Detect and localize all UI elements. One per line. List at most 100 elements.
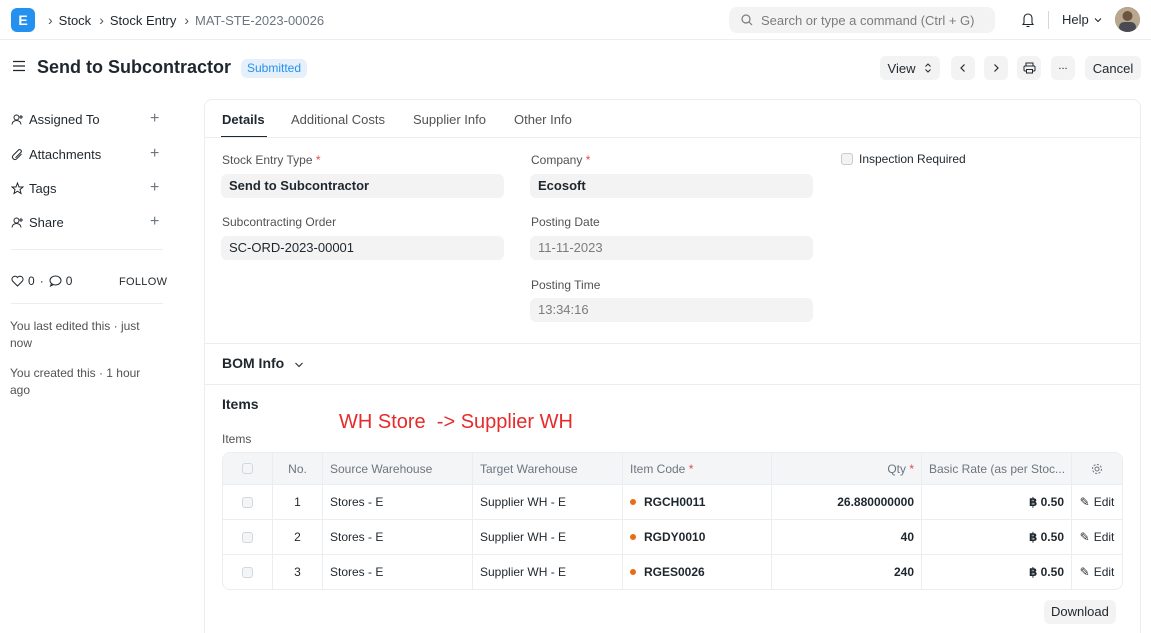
- row-source-warehouse[interactable]: Stores - E: [323, 520, 473, 554]
- row-qty[interactable]: 40: [772, 520, 922, 554]
- row-edit-button[interactable]: ✎ Edit: [1072, 555, 1122, 589]
- tab-additional-costs[interactable]: Additional Costs: [291, 112, 385, 127]
- sidebar-item-share[interactable]: Share: [11, 213, 161, 231]
- pencil-icon: ✎: [1079, 495, 1090, 509]
- print-button[interactable]: [1017, 56, 1041, 80]
- posting-time-field[interactable]: 13:34:16: [530, 298, 813, 322]
- row-item-code[interactable]: RGDY0010: [623, 520, 772, 554]
- comment-count: 0: [65, 274, 73, 288]
- search-icon: [741, 14, 753, 26]
- field-label-text: Company: [531, 153, 583, 167]
- follow-button[interactable]: FOLLOW: [119, 276, 167, 288]
- row-target-warehouse[interactable]: Supplier WH - E: [473, 555, 623, 589]
- posting-date-field[interactable]: 11-11-2023: [530, 236, 813, 260]
- bom-info-section-toggle[interactable]: BOM Info: [222, 355, 305, 371]
- row-checkbox[interactable]: [242, 566, 253, 578]
- table-row[interactable]: 2 Stores - E Supplier WH - E RGDY0010 40…: [223, 519, 1122, 554]
- items-table: No. Source Warehouse Target Warehouse It…: [222, 452, 1123, 590]
- breadcrumb-stock[interactable]: Stock: [59, 13, 92, 28]
- tab-details[interactable]: Details: [222, 112, 265, 127]
- row-basic-rate[interactable]: ฿ 0.50: [922, 485, 1072, 519]
- stock-entry-type-field[interactable]: Send to Subcontractor: [221, 174, 504, 198]
- row-basic-rate[interactable]: ฿ 0.50: [922, 520, 1072, 554]
- row-checkbox[interactable]: [242, 496, 253, 508]
- row-target-warehouse[interactable]: Supplier WH - E: [473, 485, 623, 519]
- row-basic-rate[interactable]: ฿ 0.50: [922, 555, 1072, 589]
- app-logo[interactable]: E: [11, 8, 35, 32]
- table-row[interactable]: 3 Stores - E Supplier WH - E RGES0026 24…: [223, 554, 1122, 589]
- download-button[interactable]: Download: [1044, 600, 1116, 624]
- row-item-code[interactable]: RGES0026: [623, 555, 772, 589]
- row-source-warehouse[interactable]: Stores - E: [323, 485, 473, 519]
- add-assignee-icon[interactable]: +: [150, 111, 159, 127]
- add-tag-icon[interactable]: +: [150, 180, 159, 196]
- help-dropdown[interactable]: Help: [1062, 12, 1103, 27]
- notification-bell-icon[interactable]: [1020, 11, 1036, 32]
- sidebar-item-tags[interactable]: Tags: [11, 179, 161, 197]
- edit-label: Edit: [1093, 530, 1115, 544]
- table-header-row: No. Source Warehouse Target Warehouse It…: [223, 453, 1122, 484]
- required-mark: *: [909, 461, 914, 476]
- more-label: ...: [1058, 60, 1068, 72]
- row-edit-button[interactable]: ✎ Edit: [1072, 485, 1122, 519]
- col-item-code-header: Item Code *: [623, 453, 772, 484]
- row-edit-button[interactable]: ✎ Edit: [1072, 520, 1122, 554]
- sidebar-item-assigned-to[interactable]: Assigned To: [11, 110, 161, 128]
- likes-comments: 0 · 0: [11, 274, 72, 288]
- tabs-divider: [205, 137, 1140, 138]
- section-divider: [205, 384, 1140, 385]
- row-qty[interactable]: 240: [772, 555, 922, 589]
- add-attachment-icon[interactable]: +: [150, 146, 159, 162]
- col-target-header: Target Warehouse: [473, 453, 623, 484]
- heart-icon[interactable]: [11, 275, 24, 287]
- search-bar[interactable]: Search or type a command (Ctrl + G): [729, 7, 995, 33]
- row-item-code[interactable]: RGCH0011: [623, 485, 772, 519]
- pencil-icon: ✎: [1079, 565, 1090, 579]
- select-all-checkbox[interactable]: [242, 463, 253, 474]
- last-edited-note: You last edited this · just now: [10, 319, 140, 350]
- company-field[interactable]: Ecosoft: [530, 174, 813, 198]
- tab-other-info[interactable]: Other Info: [514, 112, 572, 127]
- share-icon: [11, 216, 25, 229]
- item-code-text: RGES0026: [644, 565, 705, 579]
- sidebar-item-label: Share: [29, 214, 64, 230]
- chevron-right-icon: ›: [184, 12, 189, 28]
- tab-supplier-info[interactable]: Supplier Info: [413, 112, 486, 127]
- page-title: Send to Subcontractor: [37, 57, 232, 77]
- next-doc-button[interactable]: [984, 56, 1008, 80]
- edit-label: Edit: [1093, 495, 1115, 509]
- select-all-cell[interactable]: [223, 453, 273, 484]
- table-row[interactable]: 1 Stores - E Supplier WH - E RGCH0011 26…: [223, 484, 1122, 519]
- row-target-warehouse[interactable]: Supplier WH - E: [473, 520, 623, 554]
- row-qty[interactable]: 26.880000000: [772, 485, 922, 519]
- sidebar-item-attachments[interactable]: Attachments: [11, 145, 161, 163]
- row-checkbox[interactable]: [242, 531, 253, 543]
- required-mark: *: [315, 153, 321, 167]
- search-placeholder: Search or type a command (Ctrl + G): [761, 12, 975, 28]
- row-source-warehouse[interactable]: Stores - E: [323, 555, 473, 589]
- paperclip-icon: [11, 148, 25, 161]
- cancel-button[interactable]: Cancel: [1085, 56, 1141, 80]
- breadcrumb: › Stock › Stock Entry › MAT-STE-2023-000…: [48, 0, 332, 40]
- col-rate-header: Basic Rate (as per Stoc...: [922, 453, 1072, 484]
- add-share-icon[interactable]: +: [150, 214, 159, 230]
- breadcrumb-current-doc[interactable]: MAT-STE-2023-00026: [195, 13, 324, 28]
- item-code-text: RGCH0011: [644, 495, 706, 509]
- user-avatar[interactable]: [1115, 7, 1140, 32]
- breadcrumb-stock-entry[interactable]: Stock Entry: [110, 13, 176, 28]
- more-actions-button[interactable]: ...: [1051, 56, 1075, 80]
- view-button[interactable]: View: [880, 56, 940, 80]
- column-settings-icon[interactable]: [1072, 453, 1122, 484]
- row-select-cell[interactable]: [223, 555, 273, 589]
- row-select-cell[interactable]: [223, 520, 273, 554]
- sidebar-toggle-icon[interactable]: [12, 60, 26, 75]
- posting-time-label: Posting Time: [531, 278, 601, 292]
- subcontracting-order-field[interactable]: SC-ORD-2023-00001: [221, 236, 504, 260]
- star-icon: [11, 181, 25, 195]
- comment-icon[interactable]: [49, 275, 62, 287]
- previous-doc-button[interactable]: [951, 56, 975, 80]
- bom-info-title: BOM Info: [222, 355, 285, 371]
- row-no: 3: [273, 555, 323, 589]
- inspection-required-checkbox[interactable]: [841, 153, 853, 165]
- row-select-cell[interactable]: [223, 485, 273, 519]
